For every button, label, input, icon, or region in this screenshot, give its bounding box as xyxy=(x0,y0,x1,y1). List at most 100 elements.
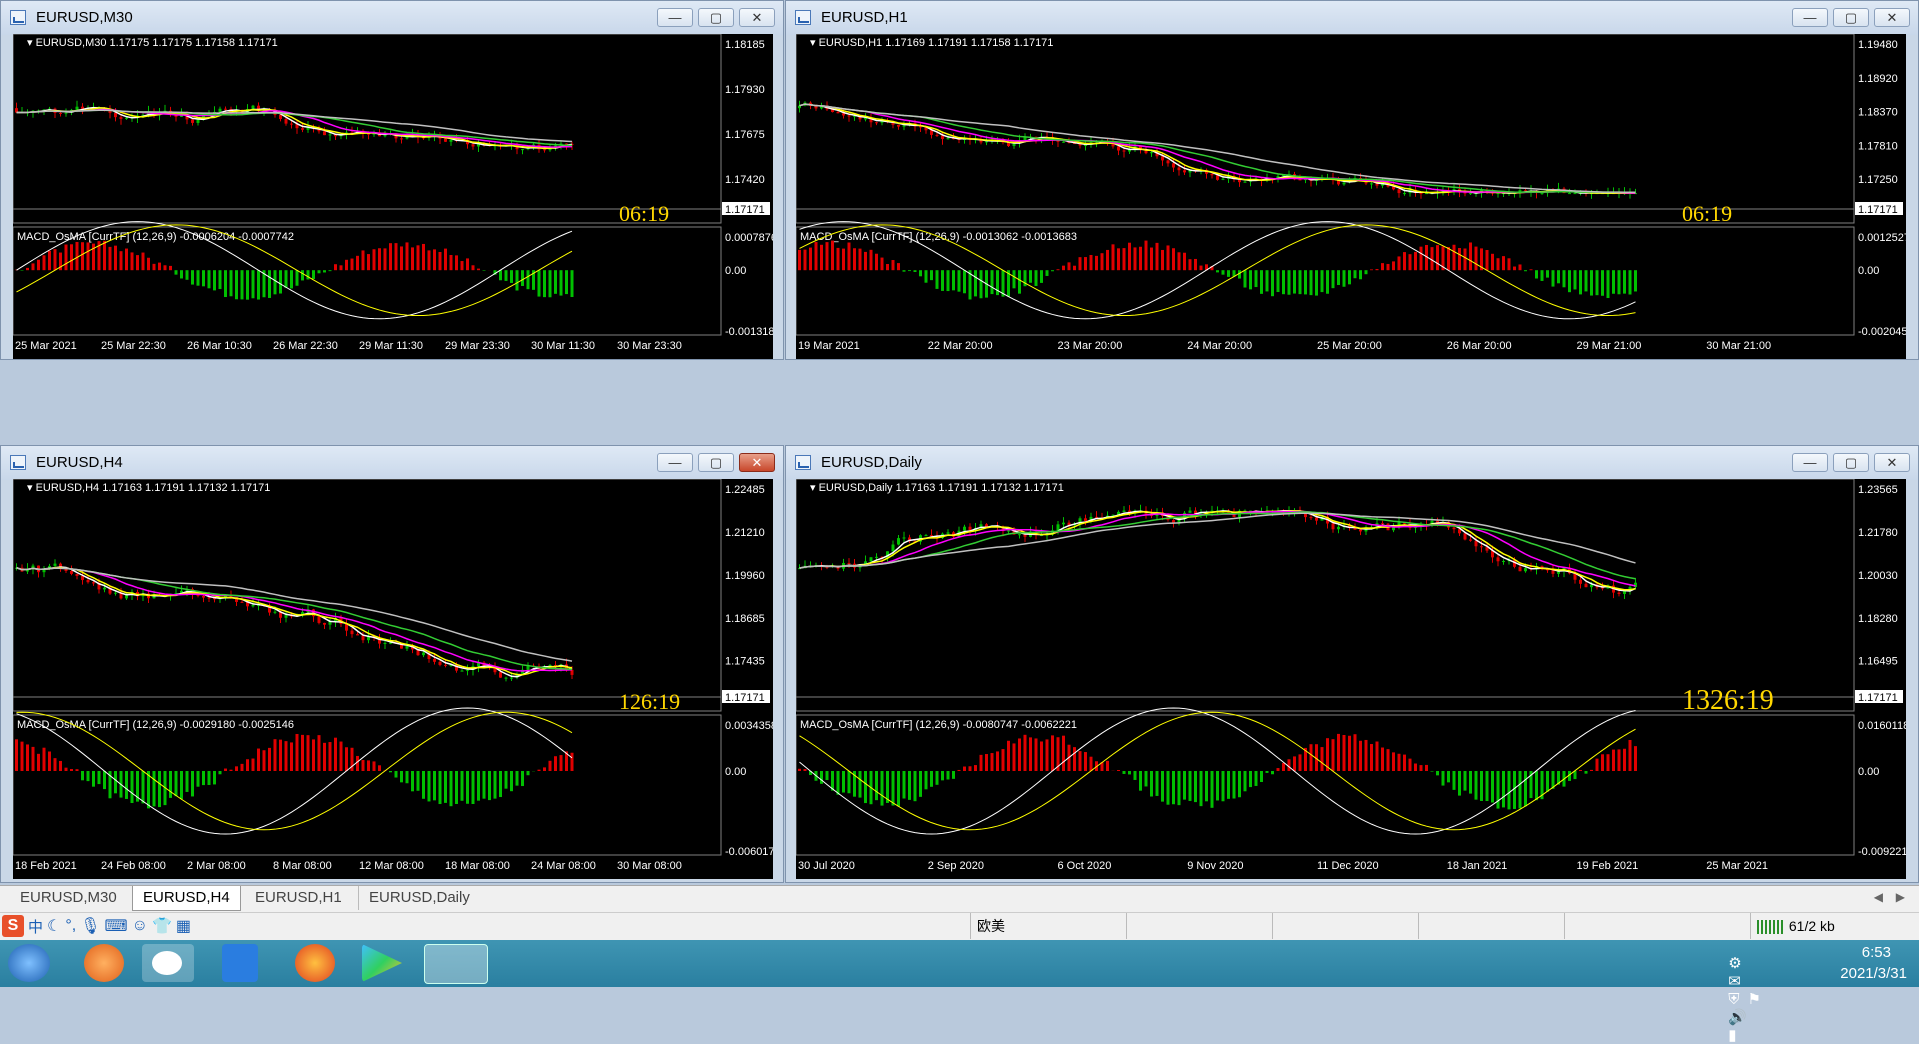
macd-bar xyxy=(1018,270,1021,293)
chart-window-h1[interactable]: EURUSD,H1 — ▢ ✕ ▾ EURUSD,H1 1.17169 1.17… xyxy=(785,0,1919,360)
macd-bar xyxy=(230,270,233,296)
window-titlebar[interactable]: EURUSD,H1 — ▢ ✕ xyxy=(786,1,1918,35)
macd-bar xyxy=(565,270,568,294)
candle-body xyxy=(1244,182,1247,183)
app-orange-icon[interactable] xyxy=(84,944,124,982)
macd-bar xyxy=(1508,771,1511,809)
microphone-icon[interactable]: 🎙 xyxy=(80,916,100,936)
tab-eurusd-h1[interactable]: EURUSD,H1 xyxy=(245,886,352,910)
macd-bar xyxy=(48,752,51,771)
maximize-button[interactable]: ▢ xyxy=(698,8,734,27)
minimize-button[interactable]: — xyxy=(1792,453,1828,472)
price-chart-area[interactable]: ▾ EURUSD,Daily 1.17163 1.17191 1.17132 1… xyxy=(796,479,1906,879)
macd-bar xyxy=(1420,247,1423,271)
macd-bar xyxy=(1139,771,1142,791)
minimize-button[interactable]: — xyxy=(657,8,693,27)
person-icon[interactable]: ☺ xyxy=(132,917,148,935)
macd-bar xyxy=(307,735,310,771)
window-titlebar[interactable]: EURUSD,M30 — ▢ ✕ xyxy=(1,1,783,35)
macd-bar xyxy=(1007,741,1010,771)
macd-bar xyxy=(1337,270,1340,285)
candle-body xyxy=(1585,584,1588,587)
tab-eurusd-daily[interactable]: EURUSD,Daily xyxy=(358,886,480,910)
price-chart-area[interactable]: ▾ EURUSD,H1 1.17169 1.17191 1.17158 1.17… xyxy=(796,34,1906,359)
macd-bar xyxy=(1018,738,1021,771)
shirt-icon[interactable]: 👕 xyxy=(152,916,172,936)
macd-bar xyxy=(1299,754,1302,771)
start-button-icon[interactable] xyxy=(8,944,50,982)
macd-bar xyxy=(1563,270,1566,287)
chart-header: ▾ EURUSD,H4 1.17163 1.17191 1.17132 1.17… xyxy=(27,482,270,494)
macd-bar xyxy=(1139,247,1142,270)
macd-bar xyxy=(1326,270,1329,294)
macd-bar xyxy=(549,270,552,297)
macd-bar xyxy=(1161,771,1164,802)
scroll-left-icon[interactable]: ◀ xyxy=(1874,890,1883,904)
macd-bar xyxy=(1194,771,1197,802)
macd-tick-label: 0.00 xyxy=(1858,766,1879,778)
candles xyxy=(798,101,1637,199)
keyboard-icon[interactable]: ⌨ xyxy=(105,916,128,936)
moon-icon[interactable]: ☾ xyxy=(47,916,61,936)
close-button[interactable]: ✕ xyxy=(1874,8,1910,27)
minimize-button[interactable]: — xyxy=(1792,8,1828,27)
macd-bar xyxy=(1513,267,1516,271)
wechat-icon[interactable] xyxy=(142,944,194,982)
punctuation-icon[interactable]: °, xyxy=(65,917,76,935)
maximize-button[interactable]: ▢ xyxy=(698,453,734,472)
macd-bar xyxy=(1293,270,1296,293)
maximize-button[interactable]: ▢ xyxy=(1833,453,1869,472)
clock-date[interactable]: 2021/3/31 xyxy=(1840,965,1907,982)
macd-bar xyxy=(908,771,911,800)
ime-mode-label[interactable]: 中 xyxy=(28,916,43,937)
macd-bar xyxy=(169,266,172,270)
grid-icon[interactable]: ▦ xyxy=(176,916,191,936)
connection-status[interactable]: 61/2 kb xyxy=(1750,913,1917,939)
chart-window-m30[interactable]: EURUSD,M30 — ▢ ✕ ▾ EURUSD,M30 1.17175 1.… xyxy=(0,0,784,360)
price-chart-area[interactable]: ▾ EURUSD,H4 1.17163 1.17191 1.17132 1.17… xyxy=(13,479,773,879)
candle-body xyxy=(837,112,840,113)
edit-app-icon[interactable] xyxy=(222,944,258,982)
macd-bar xyxy=(477,771,480,801)
price-chart-area[interactable]: ▾ EURUSD,M30 1.17175 1.17175 1.17158 1.1… xyxy=(13,34,773,359)
close-button[interactable]: ✕ xyxy=(1874,453,1910,472)
ime-toolbar[interactable]: S 中 ☾ °, 🎙 ⌨ ☺ 👕 ▦ xyxy=(0,913,191,939)
candle-body xyxy=(444,139,447,142)
macd-bar xyxy=(527,270,530,289)
candle-body xyxy=(848,115,851,116)
tab-eurusd-m30[interactable]: EURUSD,M30 xyxy=(10,886,127,910)
chart-window-icon xyxy=(795,10,811,25)
chart-window-daily[interactable]: EURUSD,Daily — ▢ ✕ ▾ EURUSD,Daily 1.1716… xyxy=(785,445,1919,883)
maximize-button[interactable]: ▢ xyxy=(1833,8,1869,27)
candle-body xyxy=(875,557,878,558)
minimize-button[interactable]: — xyxy=(657,453,693,472)
candle-body xyxy=(1183,170,1186,172)
window-titlebar[interactable]: EURUSD,H4 — ▢ ✕ xyxy=(1,446,783,480)
macd-bar xyxy=(142,771,145,803)
candle-body xyxy=(1381,523,1384,524)
sogou-ime-icon[interactable]: S xyxy=(2,915,24,937)
status-bar: S 中 ☾ °, 🎙 ⌨ ☺ 👕 ▦ 欧美 61/2 kb xyxy=(0,912,1919,941)
candle-body xyxy=(76,107,79,110)
macd-bar xyxy=(1068,262,1071,270)
candle-body xyxy=(224,109,227,110)
close-button[interactable]: ✕ xyxy=(739,8,775,27)
firefox-icon[interactable] xyxy=(295,944,335,982)
chart-window-h4[interactable]: EURUSD,H4 — ▢ ✕ ▾ EURUSD,H4 1.17163 1.17… xyxy=(0,445,784,883)
scroll-right-icon[interactable]: ▶ xyxy=(1896,890,1905,904)
time-tick-label: 30 Jul 2020 xyxy=(798,860,855,872)
clock-time[interactable]: 6:53 xyxy=(1862,944,1891,961)
metatrader-task-icon[interactable] xyxy=(424,944,488,984)
macd-bar xyxy=(914,270,917,272)
tray-icons[interactable]: ⚙✉⛨⚑🔊▮ xyxy=(1728,954,1769,1044)
macd-bar xyxy=(1222,771,1225,801)
macd-bar xyxy=(1255,771,1258,786)
close-button[interactable]: ✕ xyxy=(739,453,775,472)
play-store-icon[interactable] xyxy=(362,944,402,982)
macd-bar xyxy=(252,270,255,298)
window-titlebar[interactable]: EURUSD,Daily — ▢ ✕ xyxy=(786,446,1918,480)
macd-bar xyxy=(323,743,326,771)
time-tick-label: 25 Mar 2021 xyxy=(1706,860,1768,872)
macd-bar xyxy=(241,270,244,299)
tab-eurusd-h4[interactable]: EURUSD,H4 xyxy=(132,886,241,911)
